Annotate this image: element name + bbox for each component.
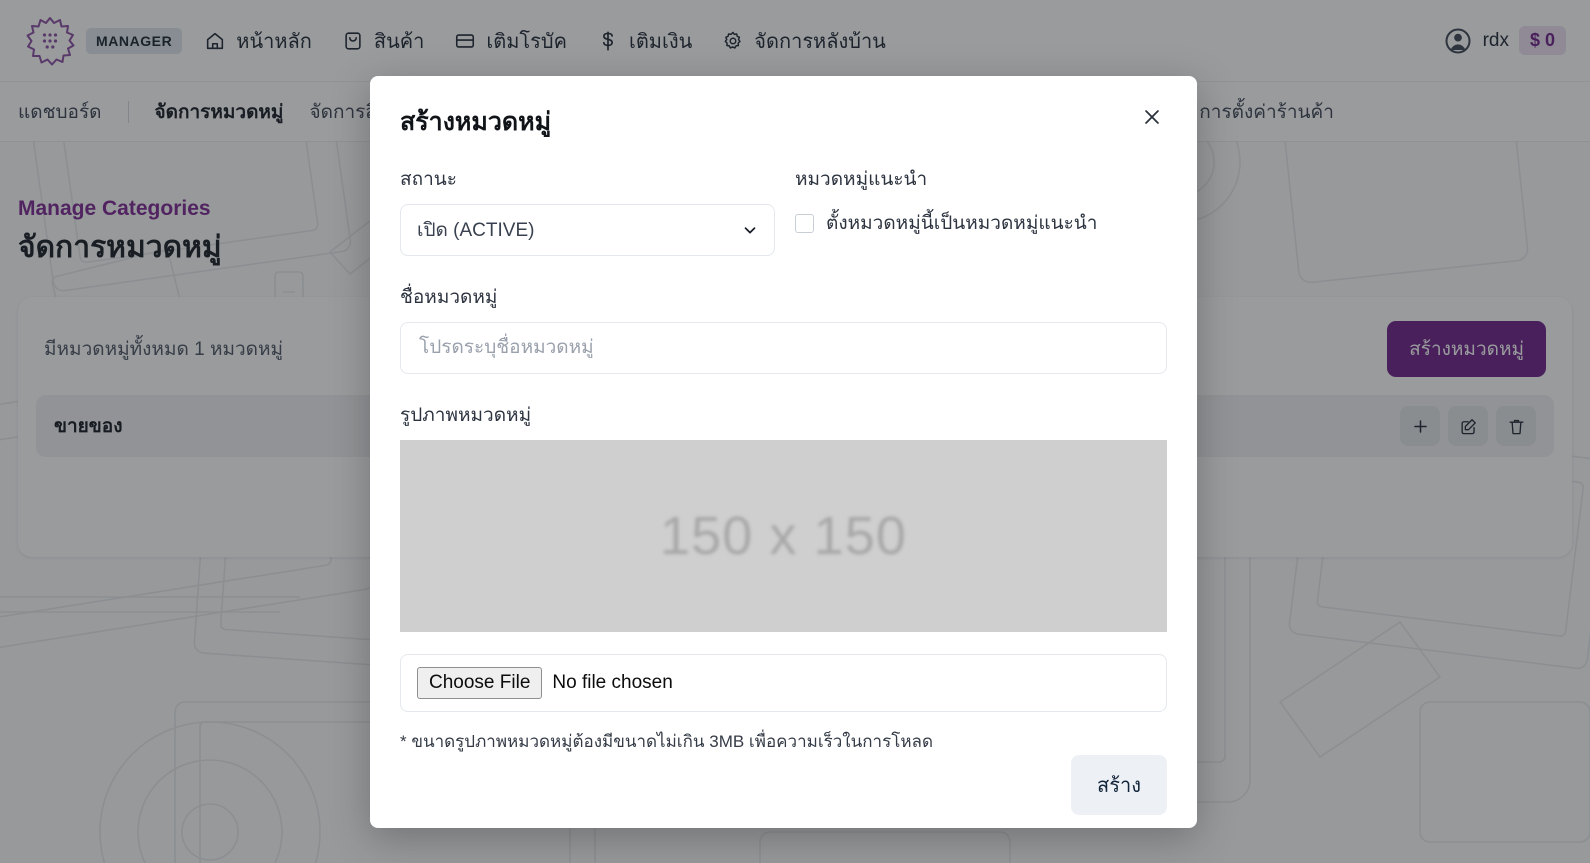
featured-checkbox-row[interactable]: ตั้งหมวดหมู่นี้เป็นหมวดหมู่แนะนำ (795, 208, 1167, 238)
screen: MANAGER หน้าหลัก สินค้า เติมโรบัค เติมเง… (0, 0, 1590, 863)
status-select-wrapper: เปิด (ACTIVE) (400, 204, 775, 256)
featured-checkbox-label[interactable]: ตั้งหมวดหมู่นี้เป็นหมวดหมู่แนะนำ (826, 208, 1097, 238)
category-name-input[interactable] (400, 322, 1167, 374)
image-size-hint: * ขนาดรูปภาพหมวดหมู่ต้องมีขนาดไม่เกิน 3M… (400, 732, 933, 751)
status-label: สถานะ (400, 169, 457, 190)
file-status-label: No file chosen (552, 672, 673, 693)
image-preview-placeholder-text: 150 x 150 (660, 506, 907, 566)
modal-footer: สร้าง (370, 755, 1197, 843)
category-name-label: ชื่อหมวดหมู่ (400, 287, 498, 308)
file-input-row[interactable]: Choose File No file chosen (400, 654, 1167, 712)
close-modal-button[interactable] (1137, 102, 1167, 132)
featured-checkbox[interactable] (795, 213, 814, 233)
status-field-group: สถานะ เปิด (ACTIVE) (400, 164, 775, 256)
modal-title: สร้างหมวดหมู่ (400, 108, 552, 136)
image-preview: 150 x 150 (400, 440, 1167, 632)
modal-body: สถานะ เปิด (ACTIVE) หมวดหมู่แนะนำ ตั้งหม… (370, 142, 1197, 755)
close-icon (1141, 106, 1163, 128)
status-select[interactable]: เปิด (ACTIVE) (400, 204, 775, 256)
modal-header: สร้างหมวดหมู่ (370, 76, 1197, 142)
category-image-label: รูปภาพหมวดหมู่ (400, 405, 532, 426)
modal-top-row: สถานะ เปิด (ACTIVE) หมวดหมู่แนะนำ ตั้งหม… (400, 164, 1167, 256)
category-name-field-group: ชื่อหมวดหมู่ (400, 282, 1167, 374)
create-category-modal: สร้างหมวดหมู่ สถานะ เปิด (ACTIVE) หมวดหม… (370, 76, 1197, 828)
featured-label: หมวดหมู่แนะนำ (795, 169, 928, 190)
choose-file-button[interactable]: Choose File (417, 667, 543, 699)
submit-create-button[interactable]: สร้าง (1071, 755, 1167, 815)
category-image-field-group: รูปภาพหมวดหมู่ 150 x 150 Choose File No … (400, 400, 1167, 755)
featured-field-group: หมวดหมู่แนะนำ ตั้งหมวดหมู่นี้เป็นหมวดหมู… (795, 164, 1167, 256)
